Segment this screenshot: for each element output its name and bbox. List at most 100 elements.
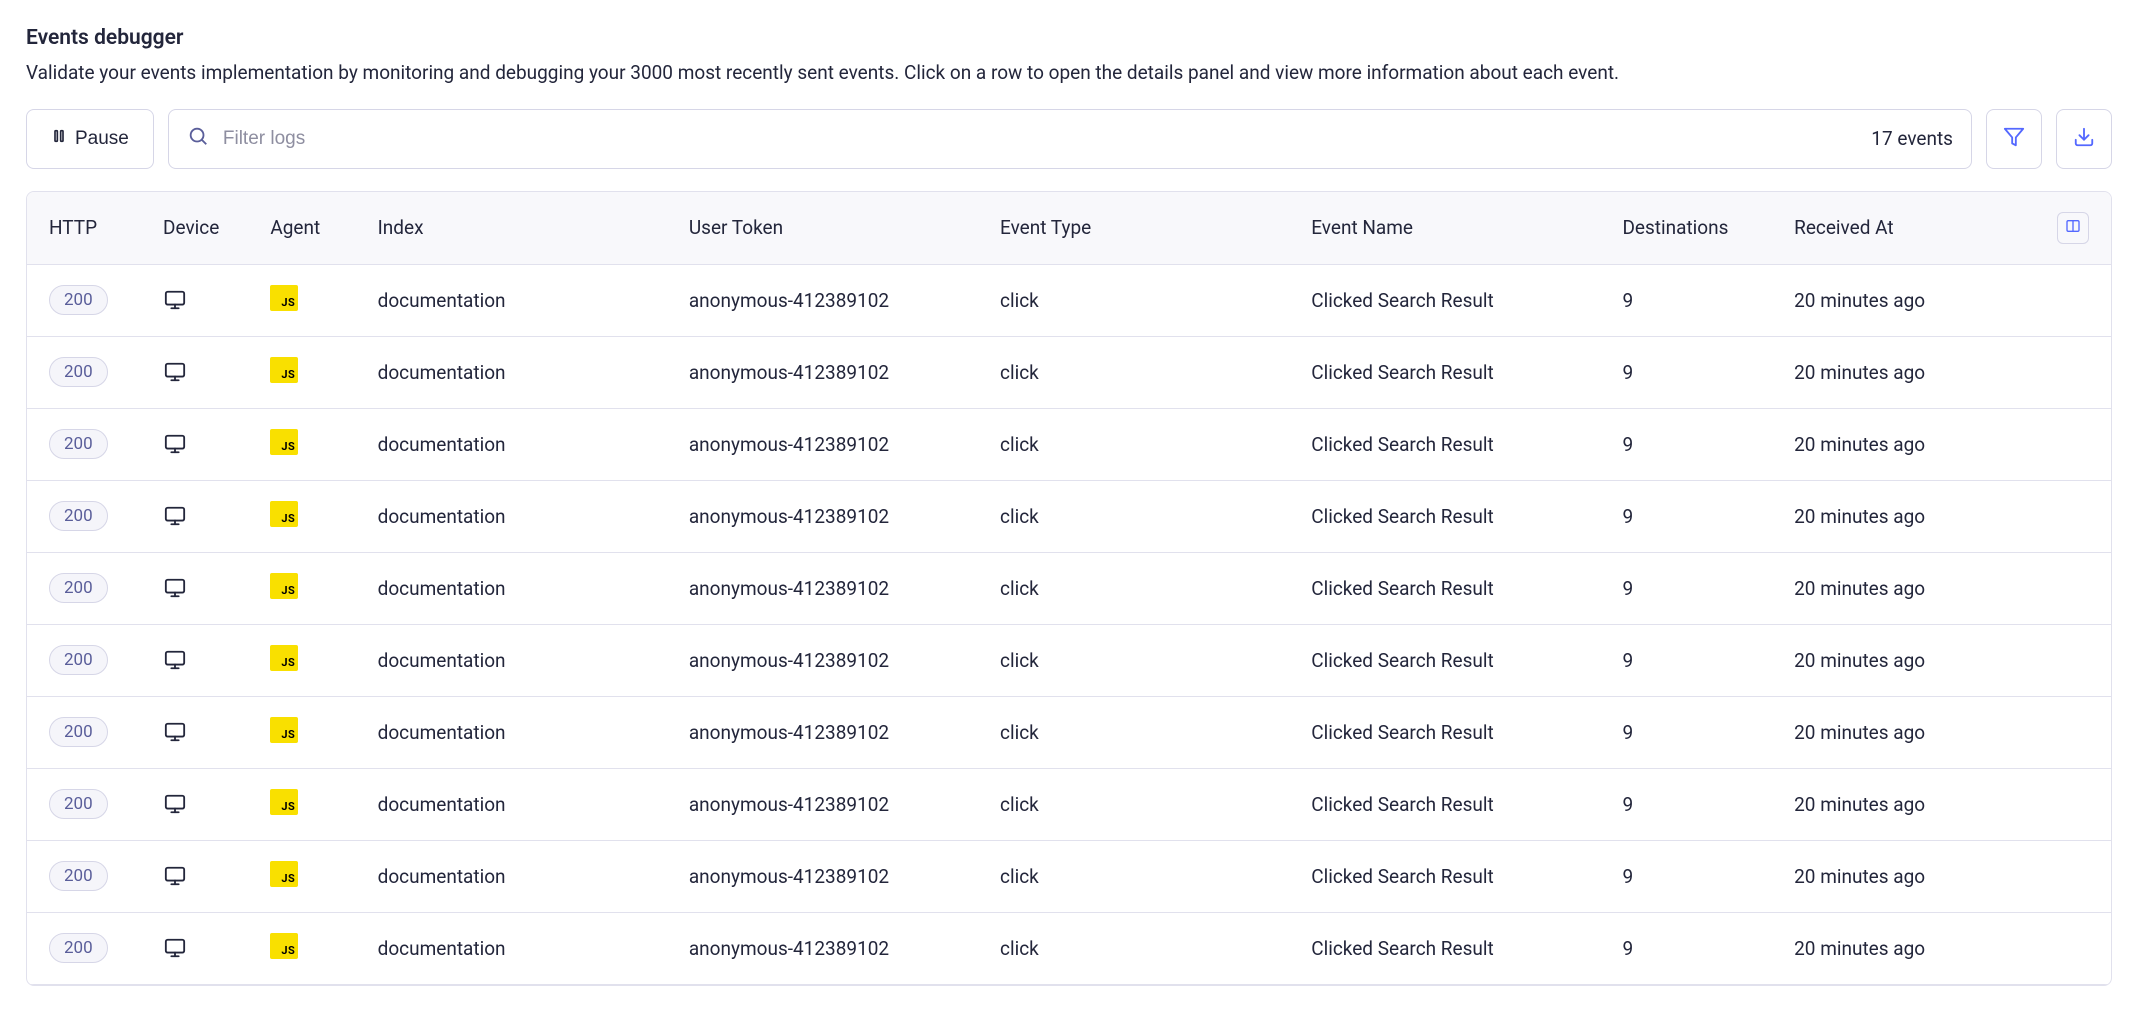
js-agent-badge — [270, 717, 298, 743]
configure-columns-button[interactable] — [2057, 212, 2089, 244]
filter-button[interactable] — [1986, 109, 2042, 169]
table-row[interactable]: 200 documentationanonymous-412389102click… — [27, 912, 2111, 984]
desktop-icon — [163, 361, 234, 383]
table-row[interactable]: 200documentationanonymous-412389102click… — [27, 840, 2111, 912]
cell-user-token: anonymous-412389102 — [671, 480, 982, 552]
column-header-index: Index — [360, 192, 671, 265]
desktop-icon — [163, 505, 234, 527]
search-input[interactable] — [223, 128, 1857, 150]
download-icon — [2073, 126, 2095, 151]
pause-icon — [51, 128, 67, 150]
column-header-user-token: User Token — [671, 192, 982, 265]
cell-event-name: Clicked Search Result — [1293, 768, 1604, 840]
js-agent-badge — [270, 573, 298, 599]
cell-index: documentation — [360, 624, 671, 696]
cell-index: documentation — [360, 264, 671, 336]
events-table-container: HTTP Device Agent Index User Token Event… — [26, 191, 2112, 986]
desktop-icon — [163, 577, 234, 599]
cell-event-type: click — [982, 768, 1293, 840]
table-row[interactable]: 200 documentationanonymous-412389102click… — [27, 696, 2111, 768]
cell-event-name: Clicked Search Result — [1293, 480, 1604, 552]
table-row[interactable]: 200 documentationanonymous-412389102click… — [27, 552, 2111, 624]
js-agent-badge — [270, 861, 298, 887]
cell-destinations: 9 — [1604, 624, 1776, 696]
cell-event-type: click — [982, 480, 1293, 552]
http-status-badge: 200 — [49, 789, 108, 819]
js-agent-badge — [270, 789, 298, 815]
download-button[interactable] — [2056, 109, 2112, 169]
http-status-badge: 200 — [49, 429, 108, 459]
cell-event-type: click — [982, 696, 1293, 768]
js-agent-badge — [270, 429, 298, 455]
event-count: 17 events — [1871, 127, 1953, 150]
http-status-badge: 200 — [49, 717, 108, 747]
http-status-badge: 200 — [49, 933, 108, 963]
cell-user-token: anonymous-412389102 — [671, 552, 982, 624]
column-header-event-type: Event Type — [982, 192, 1293, 265]
column-header-event-name: Event Name — [1293, 192, 1604, 265]
cell-destinations: 9 — [1604, 336, 1776, 408]
column-header-destinations: Destinations — [1604, 192, 1776, 265]
table-row[interactable]: 200documentationanonymous-412389102click… — [27, 624, 2111, 696]
cell-received-at: 20 minutes ago — [1776, 264, 2111, 336]
table-row[interactable]: 200documentationanonymous-412389102click… — [27, 336, 2111, 408]
cell-index: documentation — [360, 336, 671, 408]
search-container: 17 events — [168, 109, 1972, 169]
cell-user-token: anonymous-412389102 — [671, 768, 982, 840]
table-row[interactable]: 200 documentationanonymous-412389102click… — [27, 768, 2111, 840]
cell-index: documentation — [360, 552, 671, 624]
cell-index: documentation — [360, 912, 671, 984]
js-agent-badge — [270, 357, 298, 383]
js-agent-badge — [270, 645, 298, 671]
pause-label: Pause — [75, 128, 129, 150]
page-subtitle: Validate your events implementation by m… — [26, 60, 2112, 87]
cell-event-type: click — [982, 912, 1293, 984]
desktop-icon — [163, 289, 234, 311]
cell-destinations: 9 — [1604, 264, 1776, 336]
cell-received-at: 20 minutes ago — [1776, 480, 2111, 552]
desktop-icon — [163, 793, 234, 815]
cell-event-name: Clicked Search Result — [1293, 624, 1604, 696]
js-agent-badge — [270, 933, 298, 959]
cell-index: documentation — [360, 840, 671, 912]
column-header-device: Device — [145, 192, 252, 265]
cell-event-type: click — [982, 552, 1293, 624]
cell-user-token: anonymous-412389102 — [671, 408, 982, 480]
cell-destinations: 9 — [1604, 480, 1776, 552]
cell-user-token: anonymous-412389102 — [671, 696, 982, 768]
cell-received-at: 20 minutes ago — [1776, 552, 2111, 624]
cell-user-token: anonymous-412389102 — [671, 336, 982, 408]
cell-event-name: Clicked Search Result — [1293, 912, 1604, 984]
cell-event-name: Clicked Search Result — [1293, 408, 1604, 480]
http-status-badge: 200 — [49, 501, 108, 531]
http-status-badge: 200 — [49, 573, 108, 603]
cell-index: documentation — [360, 480, 671, 552]
cell-received-at: 20 minutes ago — [1776, 768, 2111, 840]
cell-index: documentation — [360, 768, 671, 840]
cell-event-type: click — [982, 336, 1293, 408]
cell-received-at: 20 minutes ago — [1776, 696, 2111, 768]
column-header-http: HTTP — [27, 192, 145, 265]
cell-event-name: Clicked Search Result — [1293, 696, 1604, 768]
desktop-icon — [163, 433, 234, 455]
toolbar: Pause 17 events — [26, 109, 2112, 169]
columns-icon — [2065, 216, 2081, 239]
cell-event-type: click — [982, 624, 1293, 696]
cell-index: documentation — [360, 696, 671, 768]
cell-destinations: 9 — [1604, 696, 1776, 768]
table-row[interactable]: 200documentationanonymous-412389102click… — [27, 264, 2111, 336]
desktop-icon — [163, 649, 234, 671]
table-row[interactable]: 200documentationanonymous-412389102click… — [27, 408, 2111, 480]
desktop-icon — [163, 865, 234, 887]
cell-user-token: anonymous-412389102 — [671, 912, 982, 984]
search-icon — [187, 125, 209, 152]
table-row[interactable]: 200 documentationanonymous-412389102click… — [27, 480, 2111, 552]
filter-icon — [2003, 126, 2025, 151]
cell-destinations: 9 — [1604, 768, 1776, 840]
js-agent-badge — [270, 501, 298, 527]
http-status-badge: 200 — [49, 861, 108, 891]
cell-event-type: click — [982, 264, 1293, 336]
pause-button[interactable]: Pause — [26, 109, 154, 169]
cell-index: documentation — [360, 408, 671, 480]
page-title: Events debugger — [26, 26, 2112, 50]
